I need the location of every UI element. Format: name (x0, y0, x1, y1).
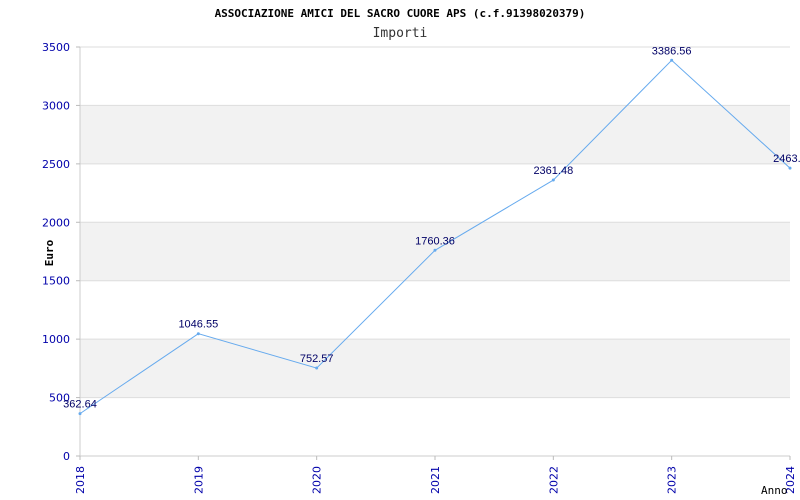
y-tick-label: 0 (63, 450, 70, 463)
y-tick-label: 2500 (42, 158, 70, 171)
data-point (196, 332, 200, 336)
data-point (433, 248, 437, 252)
x-tick-label: 2023 (666, 466, 679, 494)
background-band (80, 105, 790, 164)
data-label: 2361.48 (533, 165, 573, 177)
y-tick-label: 3500 (42, 41, 70, 54)
data-label: 752.57 (300, 353, 334, 365)
x-tick-label: 2022 (547, 466, 560, 494)
y-tick-label: 1500 (42, 275, 70, 288)
x-axis-ticks: 2018 2019 2020 2021 2022 2023 2024 (74, 456, 797, 494)
x-tick-label: 2018 (74, 466, 87, 494)
x-tick-label: 2020 (311, 466, 324, 494)
data-label: 1046.55 (178, 319, 218, 331)
x-tick-label: 2019 (192, 466, 205, 494)
x-axis-label: Anno (761, 484, 788, 497)
data-point (315, 366, 319, 370)
data-label: 362.64 (63, 399, 97, 411)
y-tick-label: 3000 (42, 99, 70, 112)
line-chart: ASSOCIAZIONE AMICI DEL SACRO CUORE APS (… (42, 7, 800, 497)
data-label: 1760.36 (415, 235, 455, 247)
data-label: 3386.56 (652, 45, 692, 57)
data-point (551, 178, 555, 182)
y-tick-label: 2000 (42, 216, 70, 229)
data-label: 2463.4 (773, 153, 800, 165)
y-axis-label: Euro (43, 239, 56, 266)
background-band (80, 339, 790, 398)
y-tick-label: 1000 (42, 333, 70, 346)
x-tick-label: 2021 (429, 466, 442, 494)
data-point (78, 412, 82, 416)
data-point (788, 166, 792, 170)
chart-subtitle: Importi (373, 26, 428, 41)
data-point (670, 58, 674, 62)
chart-title: ASSOCIAZIONE AMICI DEL SACRO CUORE APS (… (215, 7, 586, 20)
